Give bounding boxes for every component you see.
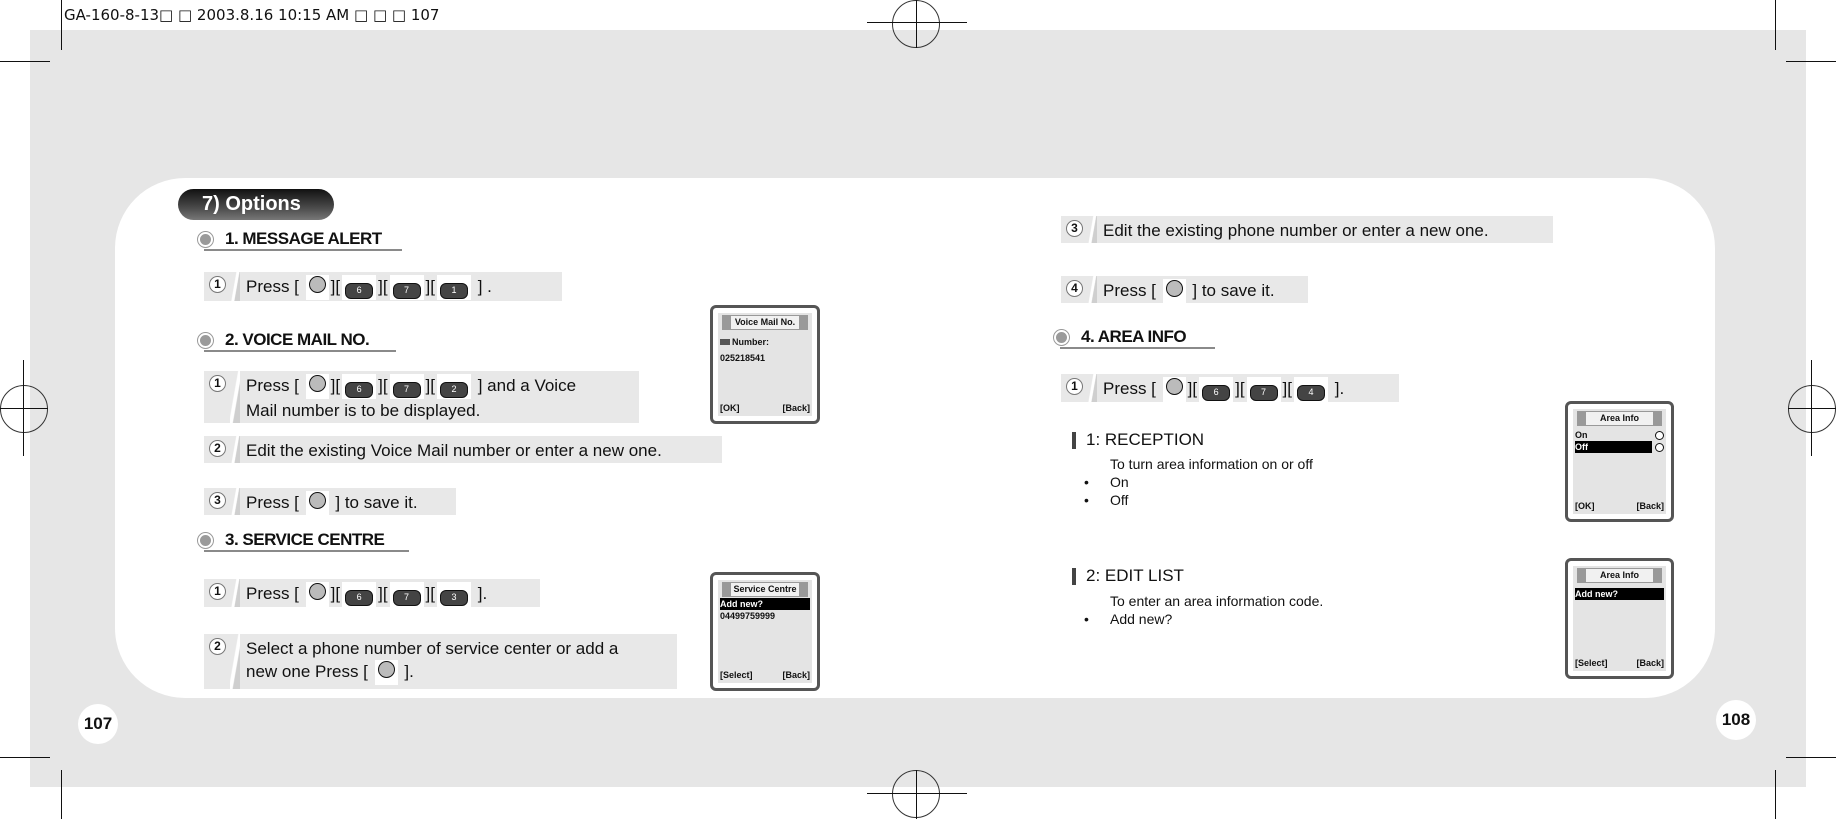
section-heading-area-info: 4. AREA INFO: [1054, 327, 1187, 347]
registration-line: [916, 770, 917, 819]
crop-mark: [1786, 757, 1836, 758]
key-7-icon: 7: [389, 582, 424, 608]
key-6-icon: 6: [342, 374, 377, 400]
step-number: 1: [209, 583, 226, 600]
reception-option: Off: [1084, 491, 1128, 509]
menu-key-icon: [305, 491, 329, 517]
registration-mark: [0, 385, 48, 433]
section-underline: [204, 350, 396, 352]
step-number: 2: [209, 638, 226, 655]
menu-key-icon: [374, 660, 398, 686]
registration-line: [1811, 360, 1812, 456]
registration-line: [0, 408, 48, 409]
crop-mark: [61, 0, 62, 50]
step-4: 4 Press [ ] to save it.: [1061, 276, 1308, 305]
step-number: 4: [1066, 280, 1083, 297]
section-heading-message-alert: 1. MESSAGE ALERT: [198, 229, 382, 249]
step-number: 3: [209, 492, 226, 509]
registration-line: [23, 360, 24, 456]
registration-mark: [1788, 385, 1836, 433]
softkey-left: [OK]: [1575, 501, 1595, 511]
menu-key-icon: [305, 275, 329, 301]
step-number: 3: [1066, 220, 1083, 237]
subheading-reception: 1: RECEPTION: [1072, 430, 1204, 450]
crop-mark: [1775, 0, 1776, 50]
step-3: 3 Press [ ] to save it.: [204, 488, 456, 517]
crop-mark: [1786, 61, 1836, 62]
key-6-icon: 6: [342, 582, 377, 608]
phone-screen-voice-mail: Voice Mail No. Number: 025218541 [OK] [B…: [710, 305, 820, 424]
radio-off: [1655, 443, 1664, 452]
phonebook-icon: [720, 339, 730, 345]
crop-mark: [1775, 770, 1776, 819]
softkey-left: [Select]: [1575, 658, 1608, 668]
key-6-icon: 6: [342, 275, 377, 301]
phone-screen-service-centre: Service Centre Add new? 04499759999 [Sel…: [710, 572, 820, 691]
page-number-right: 108: [1716, 700, 1756, 740]
crop-mark: [0, 757, 50, 758]
step-1: 1 Press [ ][6][7][2 ] and a Voice Mail n…: [204, 371, 639, 423]
crop-mark: [0, 61, 50, 62]
registration-line: [867, 793, 967, 794]
key-2-icon: 2: [437, 374, 471, 400]
menu-key-icon: [305, 374, 329, 400]
section-bullet-icon: [198, 231, 213, 247]
print-header: GA-160-8-13□ □ 2003.8.16 10:15 AM □ □ □ …: [64, 6, 440, 24]
section-underline: [1060, 347, 1215, 349]
section-heading-service-centre: 3. SERVICE CENTRE: [198, 530, 385, 550]
step-number: 1: [209, 375, 226, 392]
step-number: 2: [209, 440, 226, 457]
section-underline: [204, 249, 402, 251]
subheading-edit-list: 2: EDIT LIST: [1072, 566, 1184, 586]
softkey-right: [Back]: [782, 403, 810, 413]
softkey-right: [Back]: [782, 670, 810, 680]
reception-description: To turn area information on or off: [1110, 456, 1313, 472]
section-bullet-icon: [1054, 329, 1069, 345]
registration-line: [916, 0, 917, 48]
section-bullet-icon: [198, 332, 213, 348]
edit-list-description: To enter an area information code.: [1110, 593, 1324, 609]
menu-key-icon: [1162, 279, 1186, 305]
softkey-left: [Select]: [720, 670, 753, 680]
key-4-icon: 4: [1294, 377, 1328, 403]
key-1-icon: 1: [437, 275, 471, 301]
step-1: 1 Press [ ][6][7][4 ].: [1061, 374, 1399, 403]
key-7-icon: 7: [389, 275, 424, 301]
step-3: 3 Edit the existing phone number or ente…: [1061, 216, 1553, 243]
softkey-right: [Back]: [1636, 501, 1664, 511]
crop-mark: [61, 770, 62, 819]
menu-key-icon: [1162, 377, 1186, 403]
edit-list-option: Add new?: [1084, 610, 1172, 628]
step-number: 1: [1066, 378, 1083, 395]
key-7-icon: 7: [389, 374, 424, 400]
registration-line: [1788, 408, 1836, 409]
key-7-icon: 7: [1246, 377, 1281, 403]
step-2: 2 Edit the existing Voice Mail number or…: [204, 436, 722, 463]
page-number-left: 107: [78, 704, 118, 744]
softkey-right: [Back]: [1636, 658, 1664, 668]
reception-option: On: [1084, 473, 1129, 491]
step-number: 1: [209, 276, 226, 293]
radio-on: [1655, 431, 1664, 440]
section-bullet-icon: [198, 532, 213, 548]
key-6-icon: 6: [1199, 377, 1234, 403]
softkey-left: [OK]: [720, 403, 740, 413]
step-1: 1 Press [ ][6][7][3 ].: [204, 579, 540, 608]
phone-screen-area-info-edit-list: Area Info Add new? [Select] [Back]: [1565, 558, 1674, 679]
registration-line: [867, 22, 967, 23]
section-underline: [204, 550, 409, 552]
section-heading-voice-mail: 2. VOICE MAIL NO.: [198, 330, 370, 350]
page-title: 7) Options: [178, 189, 334, 220]
step-2: 2 Select a phone number of service cente…: [204, 634, 677, 689]
key-3-icon: 3: [437, 582, 471, 608]
step-1: 1 Press [ ][6][7][1 ] .: [204, 272, 562, 301]
menu-key-icon: [305, 582, 329, 608]
phone-screen-area-info-reception: Area Info On Off [OK] [Back]: [1565, 401, 1674, 522]
